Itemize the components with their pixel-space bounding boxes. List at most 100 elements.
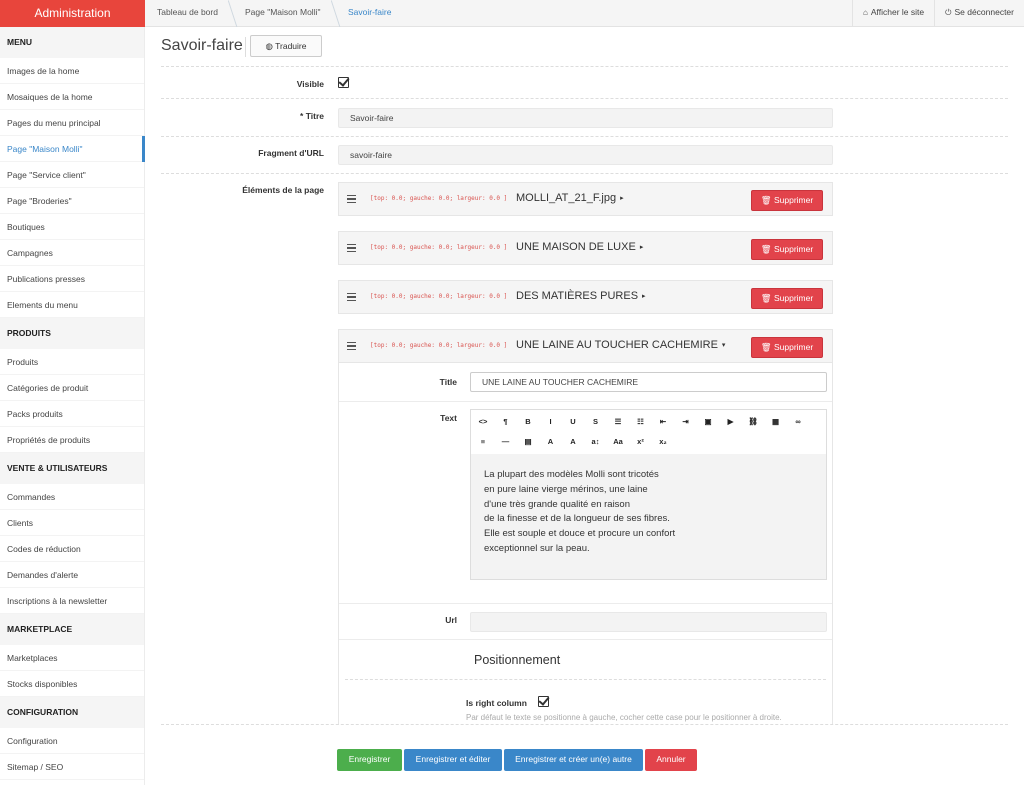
- background-color-icon[interactable]: A: [566, 435, 580, 449]
- page-element-item[interactable]: [top: 0.0; gauche: 0.0; largeur: 0.0 ] D…: [338, 280, 833, 314]
- save-button[interactable]: Enregistrer: [337, 749, 402, 771]
- save-and-edit-button[interactable]: Enregistrer et éditer: [404, 749, 502, 771]
- indent-icon[interactable]: ⇥: [679, 415, 693, 429]
- sidebar-item[interactable]: Page "Maison Molli": [0, 136, 145, 162]
- page-element-item[interactable]: [top: 0.0; gauche: 0.0; largeur: 0.0 ] U…: [338, 231, 833, 265]
- sidebar-section-heading: PRODUITS: [0, 318, 144, 349]
- sidebar-item[interactable]: Publications presses: [0, 266, 144, 292]
- element-detail-panel: Title UNE LAINE AU TOUCHER CACHEMIRE Tex…: [338, 363, 833, 725]
- sidebar-item[interactable]: Produits: [0, 349, 144, 375]
- positioning-title: Positionnement: [474, 653, 561, 667]
- divider: [345, 679, 826, 680]
- editor-text-line: exceptionnel sur la peau.: [484, 542, 590, 554]
- url-label: Url: [445, 615, 457, 625]
- delete-button[interactable]: 🗑 Supprimer: [751, 190, 823, 211]
- sidebar-item[interactable]: Page "Broderies": [0, 188, 144, 214]
- right-column-checkbox[interactable]: [538, 696, 549, 707]
- code-view-icon[interactable]: <>: [476, 415, 490, 429]
- brand-logo[interactable]: Administration: [0, 0, 145, 27]
- block-icon[interactable]: ▤: [521, 435, 535, 449]
- sidebar: MENU Images de la home Mosaiques de la hom…: [0, 27, 145, 785]
- strikethrough-icon[interactable]: S: [589, 415, 603, 429]
- page-element-item-expanded[interactable]: [top: 0.0; gauche: 0.0; largeur: 0.0 ] U…: [338, 329, 833, 363]
- underline-icon[interactable]: U: [566, 415, 580, 429]
- translate-button[interactable]: ◍ Traduire: [250, 35, 322, 57]
- subscript-icon[interactable]: x₂: [656, 435, 670, 449]
- divider: [161, 136, 1008, 137]
- view-site-link[interactable]: ⌂ Afficher le site: [852, 0, 934, 27]
- page-element-item[interactable]: [top: 0.0; gauche: 0.0; largeur: 0.0 ] M…: [338, 182, 833, 216]
- sidebar-item[interactable]: Stocks disponibles: [0, 671, 144, 697]
- drag-handle-icon[interactable]: [347, 195, 356, 203]
- sidebar-item[interactable]: Inscriptions à la newsletter: [0, 588, 144, 614]
- sidebar-item[interactable]: Elements du menu: [0, 292, 144, 318]
- drag-handle-icon[interactable]: [347, 342, 356, 350]
- sidebar-item[interactable]: Codes de réduction: [0, 536, 144, 562]
- sidebar-section-heading: CONFIGURATION: [0, 697, 144, 728]
- sidebar-item[interactable]: Page "Service client": [0, 162, 144, 188]
- horizontal-rule-icon[interactable]: —: [499, 435, 513, 449]
- sidebar-item[interactable]: Configuration: [0, 728, 144, 754]
- titre-input[interactable]: Savoir-faire: [338, 108, 833, 128]
- caret-right-icon: ▸: [642, 293, 646, 301]
- sidebar-section-heading: MENU: [0, 27, 144, 58]
- delete-button[interactable]: 🗑 Supprimer: [751, 239, 823, 260]
- outdent-icon[interactable]: ⇤: [656, 415, 670, 429]
- breadcrumb-item-maison-molli[interactable]: Page "Maison Molli": [233, 0, 336, 27]
- sidebar-item[interactable]: Campagnes: [0, 240, 144, 266]
- image-icon[interactable]: ▣: [701, 415, 715, 429]
- unlink-icon[interactable]: ∞: [791, 415, 805, 429]
- font-size-icon[interactable]: a↕: [589, 435, 603, 449]
- sidebar-item[interactable]: Mosaiques de la home: [0, 84, 144, 110]
- visible-checkbox[interactable]: [338, 77, 349, 88]
- logout-link[interactable]: ⏻ Se déconnecter: [934, 0, 1024, 27]
- drag-handle-icon[interactable]: [347, 293, 356, 301]
- editor-text-line: Elle est souple et douce et procure un c…: [484, 528, 676, 540]
- text-case-icon[interactable]: Aa: [611, 435, 625, 449]
- url-fragment-input[interactable]: savoir-faire: [338, 145, 833, 165]
- bold-icon[interactable]: B: [521, 415, 535, 429]
- delete-button[interactable]: 🗑 Supprimer: [751, 288, 823, 309]
- link-icon[interactable]: ⛓: [746, 415, 760, 429]
- numbered-list-icon[interactable]: ☷: [634, 415, 648, 429]
- element-name[interactable]: MOLLI_AT_21_F.jpg ▸: [516, 192, 624, 204]
- sidebar-item[interactable]: Demandes d'alerte: [0, 562, 144, 588]
- element-name[interactable]: UNE MAISON DE LUXE ▸: [516, 241, 643, 253]
- rich-text-editor[interactable]: <> ¶ B I U S ☰ ☷ ⇤ ⇥ ▣ ▶ ⛓ ▦ ∞ ≡ — ▤ A Aa↕ Aa x² x₂ La plupart…: [470, 409, 827, 580]
- align-icon[interactable]: ≡: [476, 435, 490, 449]
- sidebar-item[interactable]: Marketplaces: [0, 645, 144, 671]
- sidebar-section-heading: MARKETPLACE: [0, 614, 144, 645]
- cancel-button[interactable]: Annuler: [645, 749, 697, 771]
- divider: [339, 603, 832, 604]
- paragraph-icon[interactable]: ¶: [499, 415, 513, 429]
- title-input[interactable]: UNE LAINE AU TOUCHER CACHEMIRE: [470, 372, 827, 392]
- caret-right-icon: ▸: [620, 195, 624, 203]
- element-name[interactable]: UNE LAINE AU TOUCHER CACHEMIRE ▾: [516, 339, 725, 351]
- url-input[interactable]: [470, 612, 827, 632]
- sidebar-item[interactable]: Images de la home: [0, 58, 144, 84]
- editor-content[interactable]: La plupart des modèles Molli sont tricot…: [471, 454, 826, 579]
- sidebar-item[interactable]: Packs produits: [0, 401, 144, 427]
- trash-icon: 🗑: [760, 293, 772, 303]
- drag-handle-icon[interactable]: [347, 244, 356, 252]
- sidebar-item[interactable]: Catégories de produit: [0, 375, 144, 401]
- bullet-list-icon[interactable]: ☰: [611, 415, 625, 429]
- save-and-create-button[interactable]: Enregistrer et créer un(e) autre: [504, 749, 643, 771]
- sidebar-item[interactable]: Commandes: [0, 484, 144, 510]
- table-icon[interactable]: ▦: [769, 415, 783, 429]
- italic-icon[interactable]: I: [544, 415, 558, 429]
- element-name[interactable]: DES MATIÈRES PURES ▸: [516, 290, 646, 302]
- sidebar-item[interactable]: Clients: [0, 510, 144, 536]
- title-separator: [245, 37, 246, 57]
- breadcrumb-item-dashboard[interactable]: Tableau de bord: [145, 0, 233, 27]
- font-color-icon[interactable]: A: [544, 435, 558, 449]
- editor-text-line: d'une très grande qualité en raison: [484, 498, 630, 510]
- sidebar-item[interactable]: Sitemap / SEO: [0, 754, 144, 780]
- video-icon[interactable]: ▶: [724, 415, 738, 429]
- sidebar-item[interactable]: Propriétés de produits: [0, 427, 144, 453]
- superscript-icon[interactable]: x²: [634, 435, 648, 449]
- sidebar-item[interactable]: Pages du menu principal: [0, 110, 144, 136]
- text-label: Text: [440, 413, 457, 423]
- sidebar-item[interactable]: Boutiques: [0, 214, 144, 240]
- delete-button[interactable]: 🗑 Supprimer: [751, 337, 823, 358]
